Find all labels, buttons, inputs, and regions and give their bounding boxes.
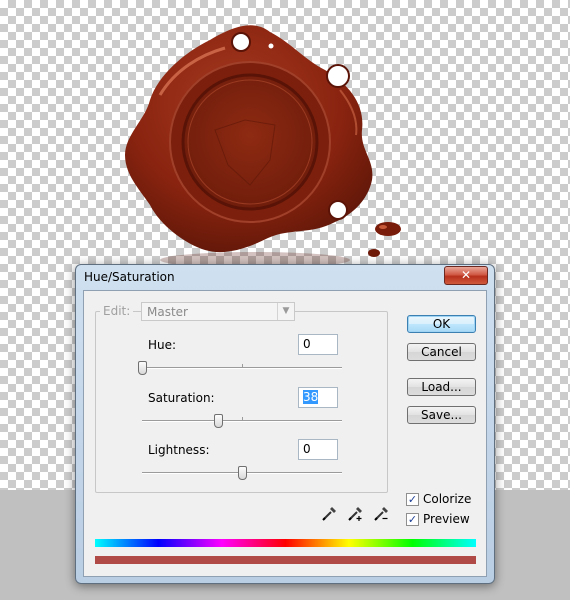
preview-checkbox[interactable]: ✓: [406, 513, 419, 526]
hue-slider-track[interactable]: [142, 364, 342, 369]
hue-input[interactable]: 0: [298, 334, 338, 355]
saturation-label: Saturation:: [148, 391, 215, 405]
lightness-slider-thumb[interactable]: [238, 466, 247, 480]
preview-label: Preview: [423, 512, 470, 526]
saturation-slider-thumb[interactable]: [214, 414, 223, 428]
ok-button[interactable]: OK: [407, 315, 476, 333]
eyedropper-plus-icon[interactable]: [347, 504, 365, 522]
adjustment-group: Edit: Master ▼ Hue: 0 Saturation: 38 Lig…: [95, 302, 388, 493]
dialog-title: Hue/Saturation: [84, 270, 175, 284]
saturation-input[interactable]: 38: [298, 387, 338, 408]
hue-value: 0: [303, 337, 311, 351]
load-button[interactable]: Load...: [407, 378, 476, 396]
close-button[interactable]: ✕: [444, 266, 488, 285]
save-button[interactable]: Save...: [407, 406, 476, 424]
edit-dropdown-value: Master: [147, 305, 188, 319]
hue-center-tick: [242, 364, 243, 367]
cancel-button[interactable]: Cancel: [407, 343, 476, 361]
hue-label: Hue:: [148, 338, 177, 352]
edit-label: Edit:: [100, 304, 134, 318]
saturation-value: 38: [303, 390, 319, 404]
lightness-input[interactable]: 0: [298, 439, 338, 460]
colorize-checkbox[interactable]: ✓: [406, 493, 419, 506]
lightness-label: Lightness:: [148, 443, 210, 457]
close-icon: ✕: [460, 268, 472, 282]
title-bar[interactable]: Hue/Saturation ✕: [76, 265, 494, 289]
edit-dropdown[interactable]: Master ▼: [141, 302, 295, 321]
lightness-value: 0: [303, 442, 311, 456]
hue-saturation-dialog: Hue/Saturation ✕ Edit: Master ▼ Hue: 0 S: [75, 264, 495, 584]
input-hue-spectrum-bar: [95, 539, 476, 547]
eyedropper-icon[interactable]: [321, 504, 339, 522]
chevron-down-icon: ▼: [277, 303, 294, 320]
dialog-body: Edit: Master ▼ Hue: 0 Saturation: 38 Lig…: [83, 290, 487, 577]
eyedropper-minus-icon[interactable]: [373, 504, 391, 522]
output-color-bar: [95, 556, 476, 564]
colorize-label: Colorize: [423, 492, 472, 506]
saturation-center-tick: [242, 417, 243, 420]
saturation-slider-track[interactable]: [142, 417, 342, 422]
hue-slider-thumb[interactable]: [138, 361, 147, 375]
